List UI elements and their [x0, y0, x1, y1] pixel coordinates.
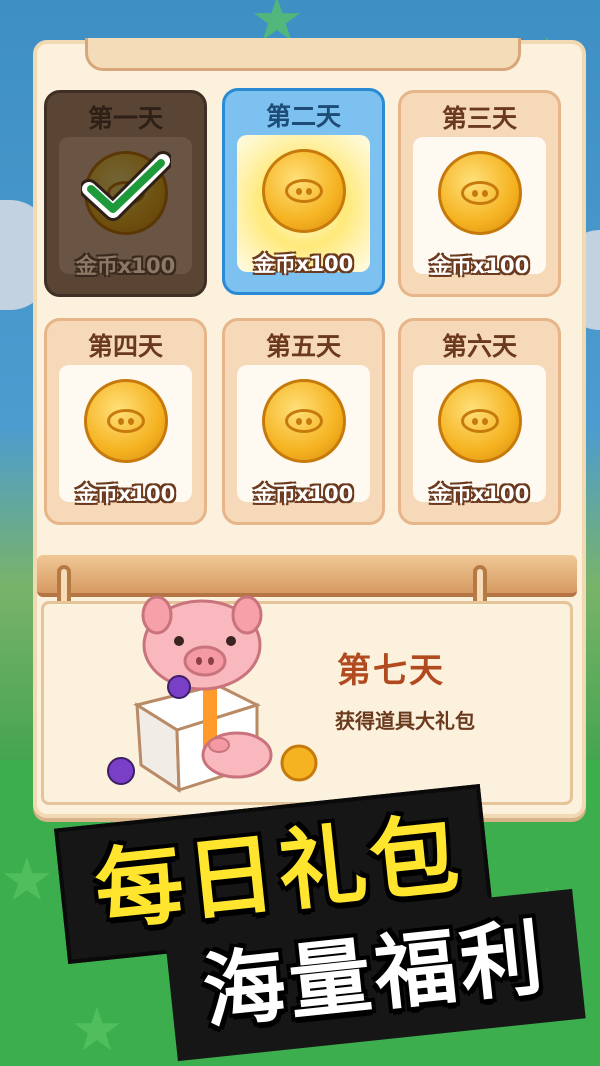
day-card-5[interactable]: 第五天 金币x100 — [222, 318, 385, 525]
day-card-2[interactable]: 第二天 金币x100 — [222, 88, 385, 295]
day-card-7[interactable]: 第七天 获得道具大礼包 — [37, 555, 577, 805]
panel-header-bar — [85, 38, 521, 71]
pig-coin-icon — [437, 379, 522, 463]
pig-coin-icon — [261, 149, 346, 233]
reward-amount: 金币x100 — [75, 254, 176, 278]
reward-amount: 金币x100 — [253, 252, 354, 276]
reward-amount: 金币x100 — [253, 482, 354, 506]
day-label: 第二天 — [265, 102, 341, 131]
day-card-3[interactable]: 第三天 金币x100 — [398, 90, 561, 297]
reward-amount: 金币x100 — [429, 254, 530, 278]
board-hanger-bar — [37, 555, 577, 597]
day-label: 第三天 — [441, 104, 517, 133]
day-label: 第七天 — [337, 651, 445, 691]
day-card-6[interactable]: 第六天 金币x100 — [398, 318, 561, 525]
day-card-1[interactable]: 第一天 金币x100 — [44, 90, 207, 297]
reward-amount: 金币x100 — [429, 482, 530, 506]
reward-amount: 金币x100 — [75, 482, 176, 506]
promo-banner: 每日礼包 海量福利 — [20, 770, 586, 1062]
day-label: 第四天 — [87, 332, 163, 361]
day-label: 第一天 — [87, 104, 163, 133]
pig-coin-icon — [437, 151, 522, 235]
pig-gift-box-icon — [107, 595, 318, 793]
checkmark-icon — [80, 151, 171, 221]
reward-description: 获得道具大礼包 — [335, 709, 475, 733]
day-label: 第五天 — [265, 332, 341, 361]
day-label: 第六天 — [441, 332, 517, 361]
pig-coin-icon — [261, 379, 346, 463]
day-card-4[interactable]: 第四天 金币x100 — [44, 318, 207, 525]
pig-coin-icon — [83, 379, 168, 463]
